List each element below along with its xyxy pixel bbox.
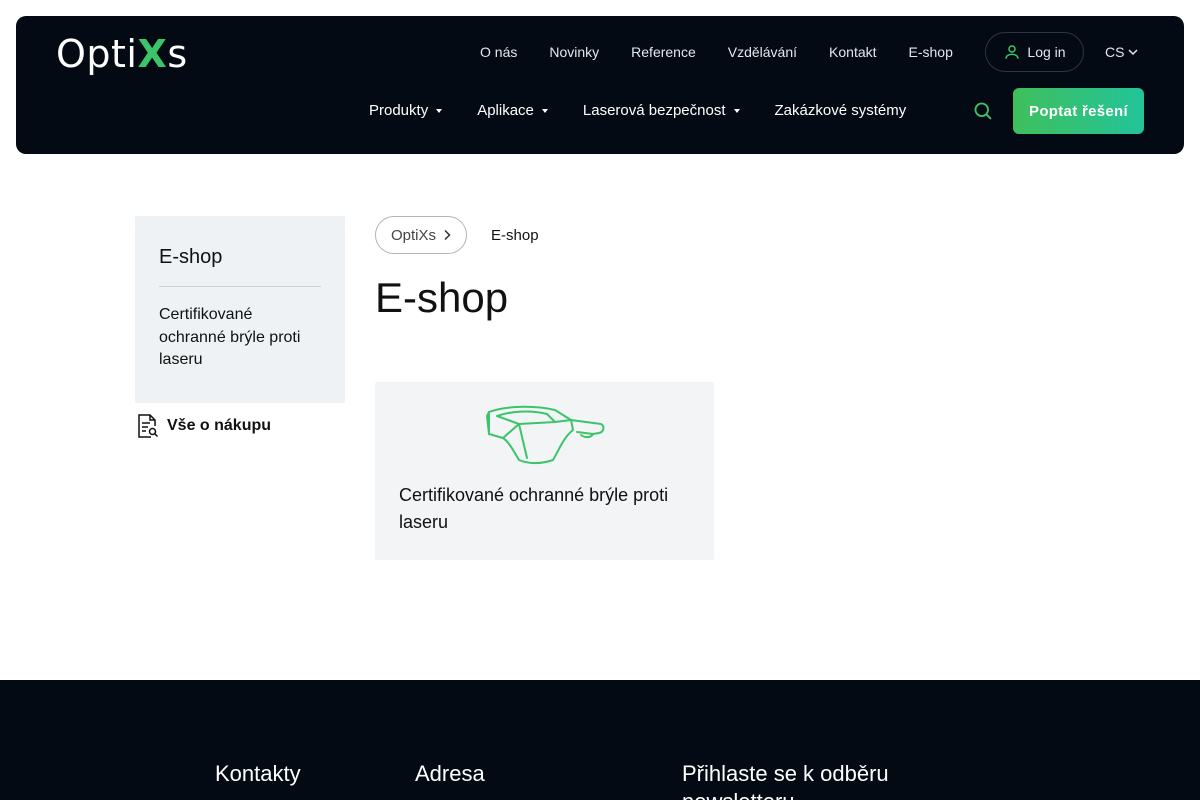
login-button[interactable]: Log in [985, 32, 1084, 72]
footer-heading-newsletter: Přihlaste se k odběru newsletteru [682, 761, 889, 800]
nav-menu-laserova-bezpecnost[interactable]: Laserová bezpečnost [583, 102, 740, 120]
page-title: E-shop [375, 274, 509, 321]
site-footer: Kontakty Adresa Přihlaste se k odběru ne… [0, 680, 1200, 800]
purchase-info-link[interactable]: Vše o nákupu [137, 414, 271, 438]
search-icon[interactable] [973, 101, 993, 121]
category-card-label: Certifikované ochranné brýle proti laser… [399, 485, 669, 532]
site-logo[interactable]: OptiXs [56, 34, 188, 74]
sidebar-item-laser-glasses[interactable]: Certifikované ochranné brýle proti laser… [159, 304, 321, 372]
category-card-laser-glasses[interactable]: Certifikované ochranné brýle proti laser… [375, 382, 714, 560]
language-selector[interactable]: CS [1105, 44, 1139, 60]
top-nav: O nás Novinky Reference Vzdělávání Konta… [480, 44, 953, 60]
nav-link-zakazkove-systemy[interactable]: Zakázkové systémy [775, 102, 907, 120]
caret-down-icon [541, 109, 548, 113]
request-solution-button[interactable]: Poptat řešení [1013, 88, 1144, 134]
nav-link-vzdelavani[interactable]: Vzdělávání [728, 44, 797, 60]
sidebar-title: E-shop [159, 246, 321, 287]
user-icon [1005, 45, 1020, 59]
nav-menu-aplikace[interactable]: Aplikace [477, 102, 548, 120]
nav-link-o-nas[interactable]: O nás [480, 44, 517, 60]
language-label: CS [1105, 44, 1125, 60]
caret-down-icon [436, 109, 443, 113]
sidebar: E-shop Certifikované ochranné brýle prot… [135, 216, 345, 403]
safety-glasses-icon [486, 405, 605, 464]
nav-menu-produkty[interactable]: Produkty [369, 102, 443, 120]
login-label: Log in [1027, 44, 1066, 60]
breadcrumb-current: E-shop [491, 226, 539, 244]
nav-link-reference[interactable]: Reference [631, 44, 696, 60]
main-nav: Produkty Aplikace Laserová bezpečnost Za… [369, 102, 906, 120]
nav-link-novinky[interactable]: Novinky [549, 44, 599, 60]
footer-heading-kontakty: Kontakty [215, 761, 301, 786]
breadcrumb-home[interactable]: OptiXs [375, 216, 468, 254]
chevron-down-icon [1128, 49, 1138, 56]
nav-link-eshop[interactable]: E-shop [909, 44, 953, 60]
document-search-icon [138, 414, 159, 438]
breadcrumb-home-label: OptiXs [391, 226, 437, 244]
breadcrumb: OptiXs E-shop [375, 216, 539, 254]
site-header: OptiXs O nás Novinky Reference Vzděláván… [16, 16, 1184, 154]
chevron-right-icon [444, 229, 451, 241]
footer-heading-adresa: Adresa [415, 761, 485, 786]
caret-down-icon [733, 109, 740, 113]
purchase-info-label: Vše o nákupu [167, 417, 272, 434]
nav-link-kontakt[interactable]: Kontakt [829, 44, 876, 60]
